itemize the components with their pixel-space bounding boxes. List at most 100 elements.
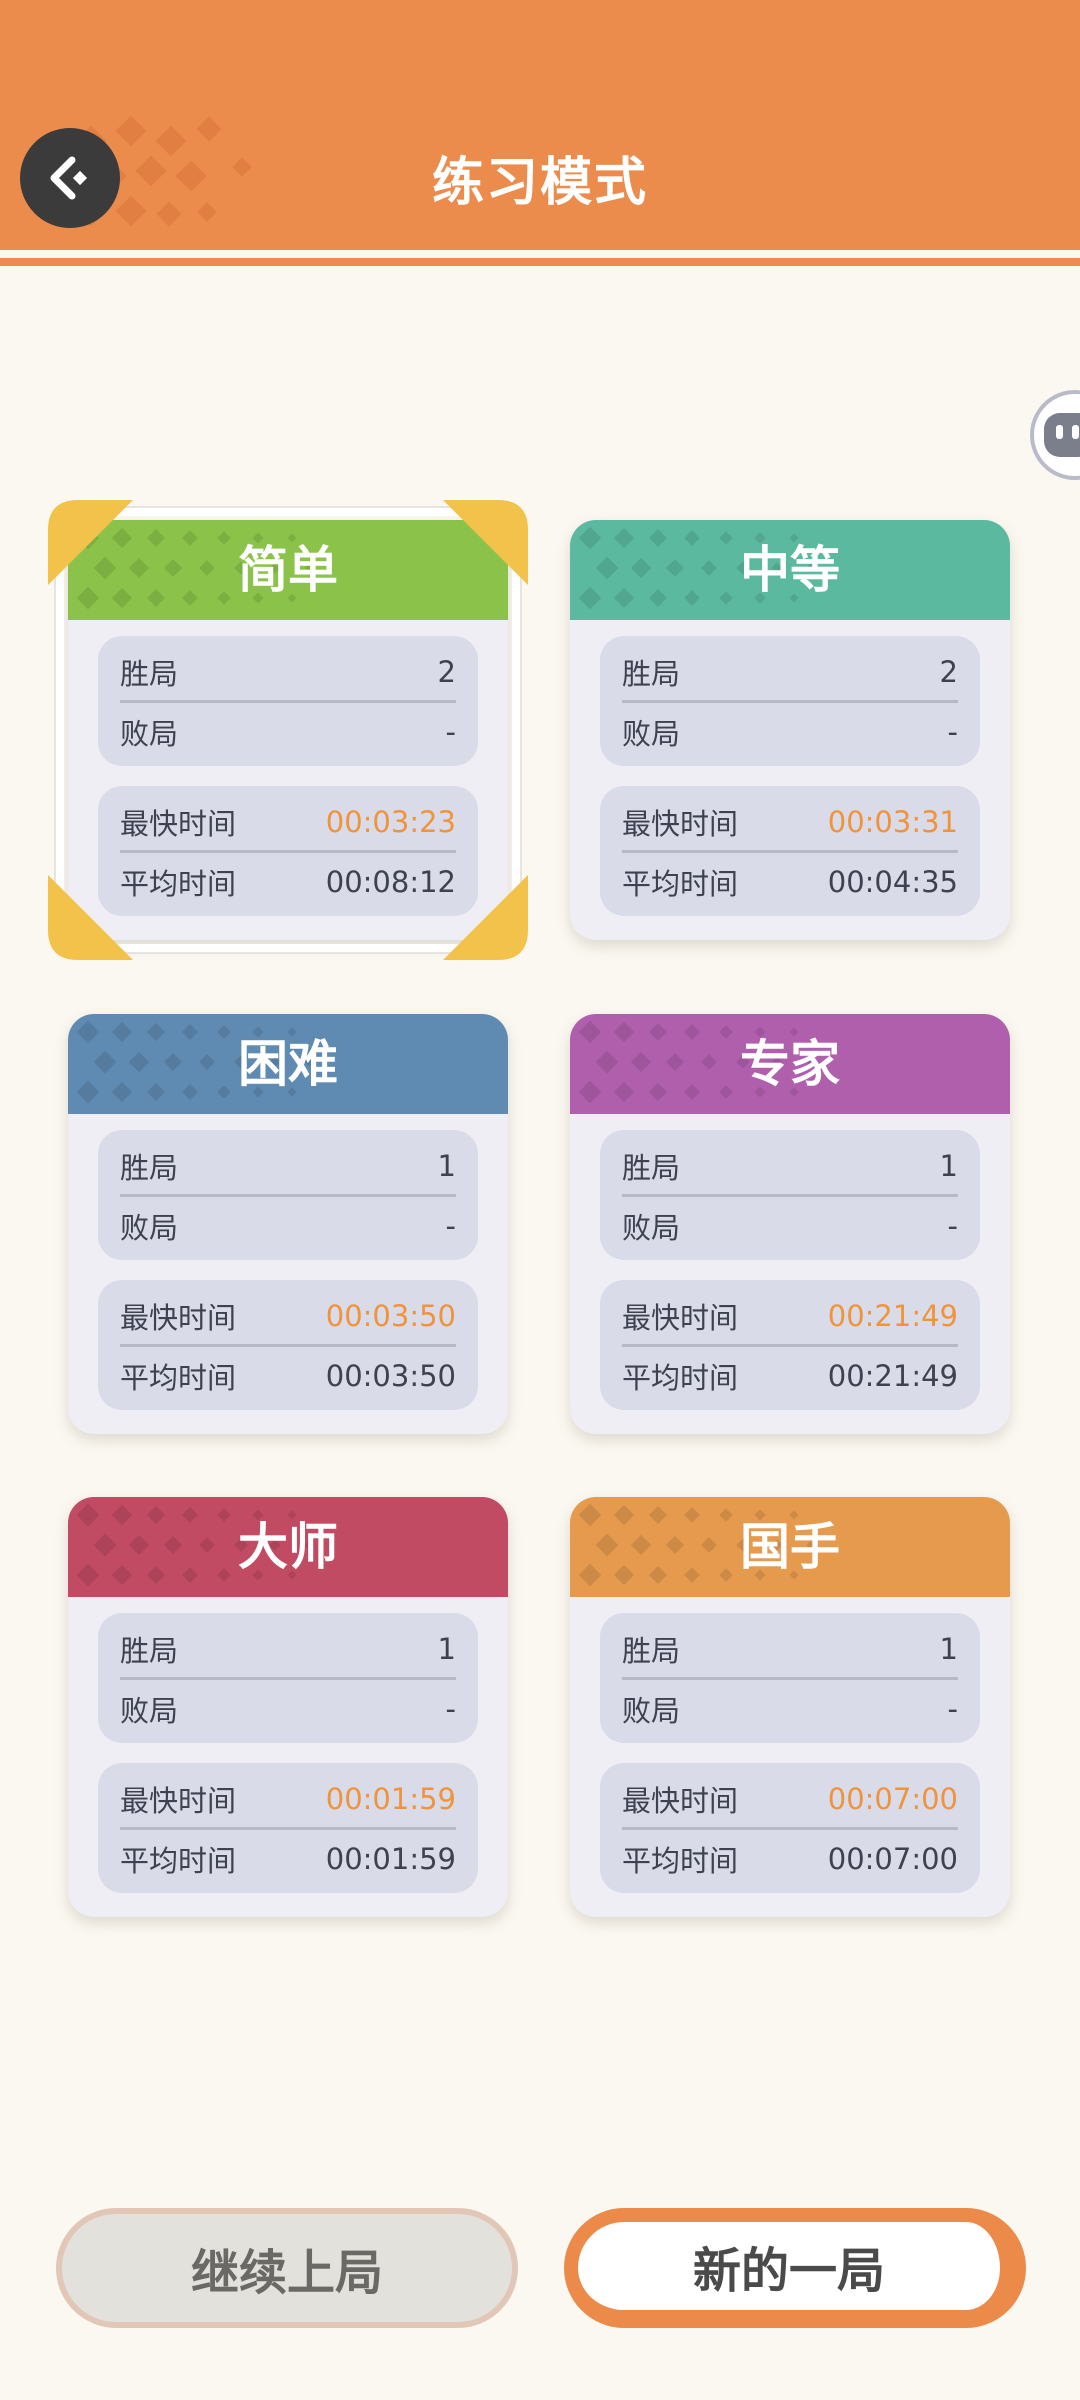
average-time-row: 平均时间 00:01:59 [120,1829,456,1889]
average-time-value: 00:03:50 [325,1359,456,1393]
win-loss-box: 胜局 1 败局 - [98,1130,478,1260]
win-loss-box: 胜局 1 败局 - [600,1613,980,1743]
difficulty-card-hard[interactable]: 困难 胜局 1 败局 - 最快时间 00:03:50 平均时间 00:03:50 [68,1014,508,1434]
losses-row: 败局 - [120,1196,456,1256]
difficulty-card-master[interactable]: 大师 胜局 1 败局 - 最快时间 00:01:59 平均时间 00:01:59 [68,1497,508,1917]
losses-value: - [445,715,456,749]
card-header: 大师 [68,1497,508,1597]
fastest-time-label: 最快时间 [120,1301,237,1335]
fastest-time-label: 最快时间 [120,1784,237,1818]
card-title: 中等 [740,541,840,599]
average-time-value: 00:04:35 [827,865,958,899]
wins-label: 胜局 [622,657,681,691]
losses-label: 败局 [120,1694,179,1728]
fastest-time-value: 00:07:00 [827,1782,958,1816]
fastest-time-value: 00:03:50 [325,1299,456,1333]
time-box: 最快时间 00:03:50 平均时间 00:03:50 [98,1280,478,1410]
losses-row: 败局 - [622,702,958,762]
difficulty-card-grandmaster[interactable]: 国手 胜局 1 败局 - 最快时间 00:07:00 平均时间 00:07:00 [570,1497,1010,1917]
wins-row: 胜局 1 [622,1619,958,1679]
card-title: 大师 [238,1518,338,1576]
fastest-time-row: 最快时间 00:07:00 [622,1769,958,1829]
fastest-time-value: 00:03:23 [325,805,456,839]
new-game-button[interactable]: 新的一局 [564,2208,1026,2328]
losses-row: 败局 - [120,1679,456,1739]
card-title: 专家 [740,1035,840,1093]
losses-label: 败局 [622,1211,681,1245]
average-time-row: 平均时间 00:07:00 [622,1829,958,1889]
wins-label: 胜局 [120,1151,179,1185]
average-time-label: 平均时间 [120,1844,237,1878]
time-box: 最快时间 00:03:23 平均时间 00:08:12 [98,786,478,916]
card-title: 简单 [238,541,338,599]
losses-value: - [445,1692,456,1726]
losses-value: - [445,1209,456,1243]
losses-value: - [947,1692,958,1726]
fastest-time-label: 最快时间 [622,807,739,841]
card-header: 中等 [570,520,1010,620]
wins-row: 胜局 1 [120,1619,456,1679]
average-time-row: 平均时间 00:21:49 [622,1346,958,1406]
wins-row: 胜局 1 [120,1136,456,1196]
card-header: 国手 [570,1497,1010,1597]
average-time-label: 平均时间 [120,1361,237,1395]
fastest-time-value: 00:21:49 [827,1299,958,1333]
difficulty-card-medium[interactable]: 中等 胜局 2 败局 - 最快时间 00:03:31 平均时间 00:04:35 [570,520,1010,940]
wins-value: 1 [437,1149,456,1183]
time-box: 最快时间 00:03:31 平均时间 00:04:35 [600,786,980,916]
win-loss-box: 胜局 2 败局 - [600,636,980,766]
difficulty-card-expert[interactable]: 专家 胜局 1 败局 - 最快时间 00:21:49 平均时间 00:21:49 [570,1014,1010,1434]
losses-row: 败局 - [622,1196,958,1256]
wins-value: 1 [939,1632,958,1666]
wins-value: 1 [939,1149,958,1183]
fastest-time-label: 最快时间 [622,1784,739,1818]
win-loss-box: 胜局 2 败局 - [98,636,478,766]
fastest-time-row: 最快时间 00:03:23 [120,792,456,852]
losses-label: 败局 [622,717,681,751]
card-title: 困难 [238,1035,338,1093]
card-title: 国手 [740,1518,840,1576]
average-time-value: 00:08:12 [325,865,456,899]
fastest-time-row: 最快时间 00:03:31 [622,792,958,852]
fastest-time-value: 00:03:31 [827,805,958,839]
average-time-value: 00:21:49 [827,1359,958,1393]
wins-label: 胜局 [120,1634,179,1668]
header-bar: 练习模式 [0,0,1080,250]
average-time-value: 00:07:00 [827,1842,958,1876]
win-loss-box: 胜局 1 败局 - [98,1613,478,1743]
card-header: 专家 [570,1014,1010,1114]
fastest-time-row: 最快时间 00:01:59 [120,1769,456,1829]
losses-label: 败局 [120,1211,179,1245]
fastest-time-label: 最快时间 [120,807,237,841]
continue-game-button[interactable]: 继续上局 [56,2208,518,2328]
average-time-row: 平均时间 00:04:35 [622,852,958,912]
losses-value: - [947,1209,958,1243]
wins-label: 胜局 [622,1151,681,1185]
card-header: 困难 [68,1014,508,1114]
floating-assistant-button[interactable] [1030,390,1080,480]
wins-row: 胜局 2 [622,642,958,702]
time-box: 最快时间 00:01:59 平均时间 00:01:59 [98,1763,478,1893]
page-title: 练习模式 [431,153,648,213]
practice-mode-screen: 练习模式 简单 胜局 2 败局 - 最快时间 00:03:23 平均时间 00:… [0,0,1080,2400]
average-time-label: 平均时间 [622,867,739,901]
wins-value: 1 [437,1632,456,1666]
time-box: 最快时间 00:21:49 平均时间 00:21:49 [600,1280,980,1410]
losses-row: 败局 - [120,702,456,762]
average-time-label: 平均时间 [622,1361,739,1395]
losses-label: 败局 [622,1694,681,1728]
losses-row: 败局 - [622,1679,958,1739]
fastest-time-row: 最快时间 00:21:49 [622,1286,958,1346]
fastest-time-label: 最快时间 [622,1301,739,1335]
average-time-value: 00:01:59 [325,1842,456,1876]
wins-label: 胜局 [622,1634,681,1668]
difficulty-card-easy[interactable]: 简单 胜局 2 败局 - 最快时间 00:03:23 平均时间 00:08:12 [68,520,508,940]
wins-row: 胜局 1 [622,1136,958,1196]
win-loss-box: 胜局 1 败局 - [600,1130,980,1260]
wins-row: 胜局 2 [120,642,456,702]
average-time-row: 平均时间 00:08:12 [120,852,456,912]
wins-label: 胜局 [120,657,179,691]
wins-value: 2 [939,655,958,689]
wins-value: 2 [437,655,456,689]
time-box: 最快时间 00:07:00 平均时间 00:07:00 [600,1763,980,1893]
